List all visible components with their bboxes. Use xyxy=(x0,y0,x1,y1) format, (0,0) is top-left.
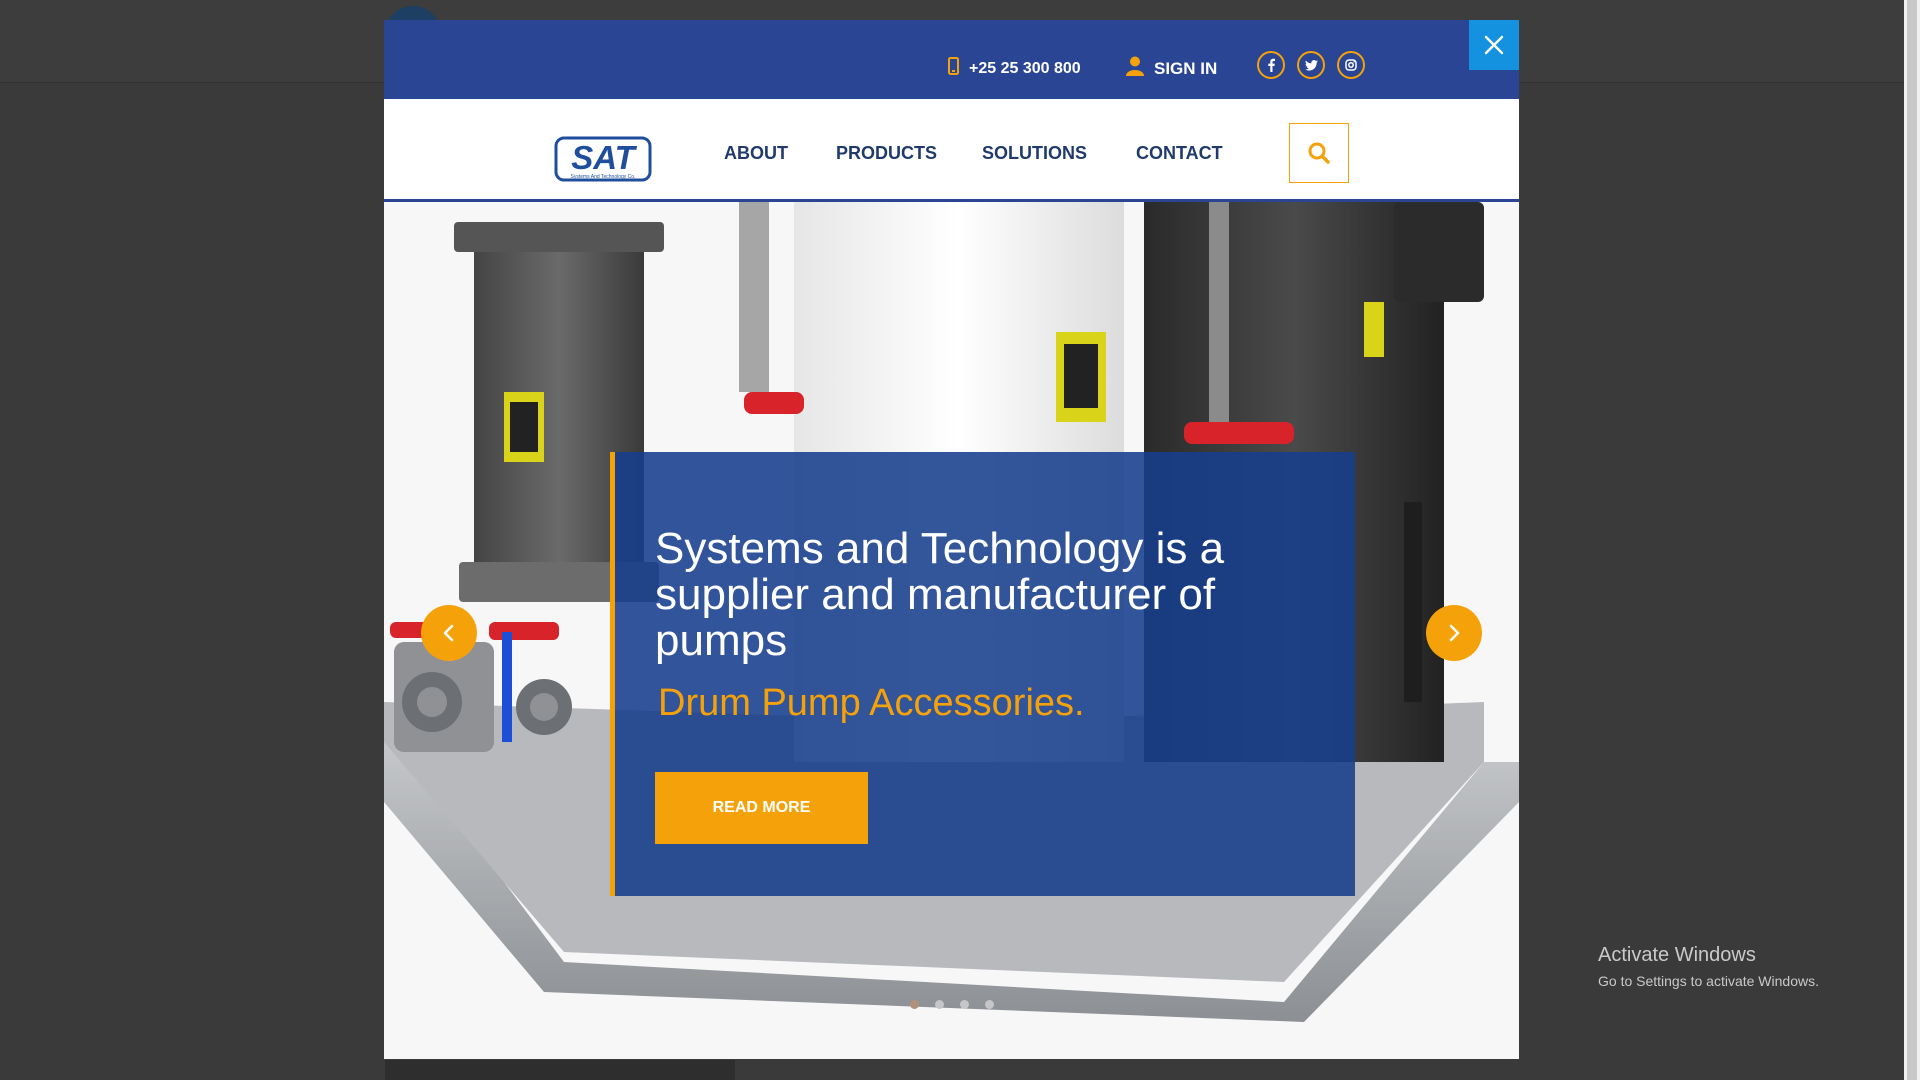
modal-dialog: +25 25 300 800 SIGN IN SAT Systems And T… xyxy=(384,20,1519,1059)
social-links xyxy=(1257,51,1365,79)
main-navigation: SAT Systems And Technology Co. ABOUT PRO… xyxy=(384,99,1519,202)
next-slide-button[interactable] xyxy=(1426,605,1482,661)
hero-headline: Systems and Technology is a supplier and… xyxy=(655,524,1225,665)
instagram-icon[interactable] xyxy=(1337,51,1365,79)
hero-slider: Systems and Technology is a supplier and… xyxy=(384,202,1519,1059)
phone-contact[interactable]: +25 25 300 800 xyxy=(948,57,1081,80)
hero-subline: Drum Pump Accessories. xyxy=(658,682,1085,724)
sat-logo[interactable]: SAT Systems And Technology Co. xyxy=(554,136,652,187)
logo-text: SAT xyxy=(571,139,637,176)
nav-contact[interactable]: CONTACT xyxy=(1136,143,1223,164)
slide-dot-4[interactable] xyxy=(985,1000,994,1009)
sign-in-link[interactable]: SIGN IN xyxy=(1126,56,1217,81)
hero-caption: Systems and Technology is a supplier and… xyxy=(610,452,1355,896)
slide-dot-2[interactable] xyxy=(935,1000,944,1009)
close-button[interactable] xyxy=(1469,20,1519,70)
activation-subtitle: Go to Settings to activate Windows. xyxy=(1598,973,1819,989)
user-icon xyxy=(1126,56,1144,81)
sign-in-label: SIGN IN xyxy=(1154,58,1218,78)
slide-indicators xyxy=(910,1000,994,1009)
twitter-icon[interactable] xyxy=(1297,51,1325,79)
background-strip xyxy=(505,1060,735,1080)
facebook-icon[interactable] xyxy=(1257,51,1285,79)
slide-dot-3[interactable] xyxy=(960,1000,969,1009)
phone-number: +25 25 300 800 xyxy=(969,59,1081,77)
nav-products[interactable]: PRODUCTS xyxy=(836,143,937,164)
top-bar: +25 25 300 800 SIGN IN xyxy=(384,20,1519,99)
prev-slide-button[interactable] xyxy=(421,605,477,661)
slide-dot-1[interactable] xyxy=(910,1000,919,1009)
nav-solutions[interactable]: SOLUTIONS xyxy=(982,143,1087,164)
close-icon xyxy=(1484,35,1504,55)
windows-activation-watermark: Activate Windows Go to Settings to activ… xyxy=(1598,944,1819,989)
search-icon xyxy=(1308,142,1330,164)
logo-tagline: Systems And Technology Co. xyxy=(571,174,636,180)
activation-title: Activate Windows xyxy=(1598,944,1756,966)
page-scrollbar[interactable] xyxy=(1904,0,1920,1080)
search-button[interactable] xyxy=(1289,123,1349,183)
mobile-phone-icon xyxy=(948,57,959,80)
read-more-button[interactable]: READ MORE xyxy=(655,772,868,844)
nav-about[interactable]: ABOUT xyxy=(724,143,788,164)
chevron-right-icon xyxy=(1449,624,1460,642)
scrollbar-thumb[interactable] xyxy=(1907,0,1917,1080)
chevron-left-icon xyxy=(443,624,454,642)
